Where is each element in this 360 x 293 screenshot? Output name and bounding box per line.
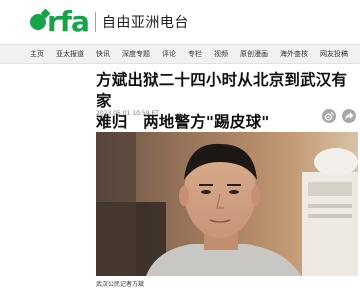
nav-item-home[interactable]: 主页 <box>0 49 50 59</box>
nav-item-commentary[interactable]: 评论 <box>156 49 182 59</box>
logo-divider <box>94 12 96 32</box>
nav-item-fact-check[interactable]: 海外查核 <box>274 49 314 59</box>
logo-drop-icon <box>30 14 46 30</box>
headline-line-1: 方斌出狱二十四小时从北京到武汉有家 <box>96 71 348 110</box>
article-headline: 方斌出狱二十四小时从北京到武汉有家 难归 两地警方"踢皮球" <box>96 70 358 133</box>
weibo-icon[interactable] <box>322 109 336 123</box>
main-nav: 主页 亚太报道 快讯 深度专题 评论 专栏 视频 原创漫画 海外查核 网友投稿 <box>0 44 360 64</box>
photo-illustration <box>96 132 358 276</box>
logo-text: rfa <box>47 5 90 38</box>
photo-caption: 武汉公民记者方斌 <box>96 281 145 288</box>
site-header: rfa 自由亚洲电台 <box>0 0 360 44</box>
nav-item-cartoons[interactable]: 原创漫画 <box>234 49 274 59</box>
nav-item-video[interactable]: 视频 <box>208 49 234 59</box>
nav-item-columns[interactable]: 专栏 <box>182 49 208 59</box>
nav-item-news-flash[interactable]: 快讯 <box>90 49 116 59</box>
nav-item-user-posts[interactable]: 网友投稿 <box>314 49 354 59</box>
site-name: 自由亚洲电台 <box>101 15 189 31</box>
nav-item-asia-pacific[interactable]: 亚太报道 <box>50 49 90 59</box>
rfa-logo[interactable]: rfa 自由亚洲电台 <box>30 8 189 36</box>
nav-item-in-depth[interactable]: 深度专题 <box>116 49 156 59</box>
share-icon[interactable] <box>342 109 356 123</box>
article-photo <box>96 132 358 276</box>
article-date: 2023.05.01 10:59 ET <box>96 110 159 117</box>
